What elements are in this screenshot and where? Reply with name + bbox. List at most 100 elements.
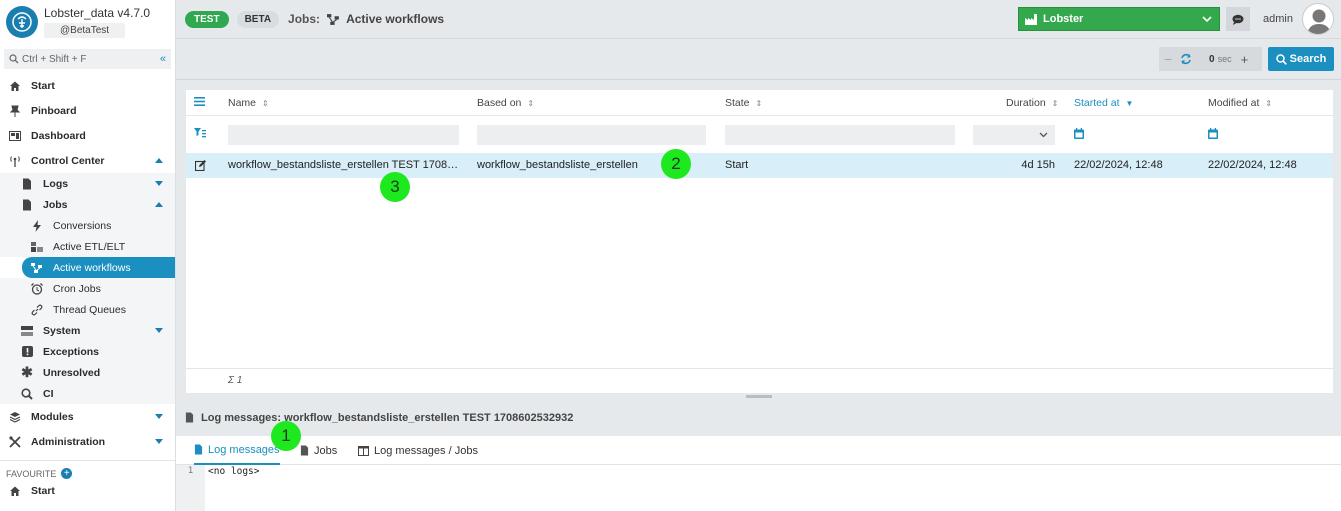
decrease-refresh-button[interactable]: − [1159,52,1177,67]
sidebar-item-label: Cron Jobs [53,282,101,295]
sidebar-item-administration[interactable]: Administration [0,429,175,454]
exclamation-icon [20,345,34,359]
cell-based-on: workflow_bestandsliste_erstellen [477,159,638,171]
sidebar-item-pinboard[interactable]: Pinboard [0,98,175,123]
sidebar-item-active-etl[interactable]: Active ETL/ELT [0,236,175,257]
user-name[interactable]: admin [1263,13,1293,25]
link-icon [30,303,44,317]
add-favourite-icon[interactable]: + [61,468,73,479]
top-bar: TEST BETA Jobs: Active workflows Lobster… [176,0,1341,39]
sidebar-item-conversions[interactable]: Conversions [0,215,175,236]
sidebar-item-thread-queues[interactable]: Thread Queues [0,299,175,320]
app-name: Lobster_data v4.7.0 [44,6,151,20]
sidebar-item-control-center[interactable]: Control Center [0,148,175,173]
search-button[interactable]: Search [1268,47,1334,71]
caret-up-icon [155,201,163,207]
sidebar-item-logs[interactable]: Logs [0,173,175,194]
breadcrumb-jobs[interactable]: Jobs: [288,12,320,26]
sidebar-item-jobs[interactable]: Jobs [0,194,175,215]
sidebar-item-exceptions[interactable]: Exceptions [0,341,175,362]
bolt-icon [30,219,44,233]
column-header-duration[interactable]: Duration ⇕ [1006,97,1058,109]
log-tabs: Log messages Jobs Log messages / Jobs [176,436,1341,465]
column-label: Modified at [1208,97,1260,109]
sidebar-item-unresolved[interactable]: ✱ Unresolved [0,362,175,383]
sidebar-search-input[interactable]: Ctrl + Shift + F « [4,49,171,69]
refresh-interval-unit: sec [1217,54,1232,64]
table-row[interactable]: workflow_bestandsliste_erstellen TEST 17… [186,153,1333,178]
filter-duration-select[interactable] [973,125,1055,145]
filter-row [186,116,1333,152]
sort-icon: ⇕ [262,98,269,108]
tab-jobs[interactable]: Jobs [300,436,337,465]
cell-duration: 4d 15h [1021,159,1055,171]
sidebar-item-label: Exceptions [43,345,100,358]
home-icon [8,79,22,93]
log-panel-title: Log messages: workflow_bestandsliste_ers… [176,400,1341,435]
favourite-item-start[interactable]: Start [0,480,175,502]
home-icon [8,484,22,498]
sidebar-item-system[interactable]: System [0,320,175,341]
sidebar-item-active-workflows[interactable]: Active workflows [22,257,175,278]
column-label: State [725,97,750,109]
edit-icon[interactable] [194,160,206,174]
log-editor[interactable]: 1 <no logs> [176,465,1341,511]
asterisk-icon: ✱ [21,364,33,380]
caret-down-icon [155,327,163,333]
filter-based-on-input[interactable] [477,125,706,145]
panel-resize-handle[interactable] [746,395,772,398]
refresh-icon[interactable] [1177,53,1195,65]
column-label: Duration [1006,97,1046,109]
cell-state: Start [725,159,749,171]
workflows-table: Name ⇕ Based on ⇕ State ⇕ Duration ⇕ Started… [186,90,1333,393]
magnifier-icon [20,387,34,401]
tab-log-messages[interactable]: Log messages [194,436,280,465]
filter-icon[interactable] [194,128,206,141]
sidebar-item-label: Dashboard [31,129,86,142]
favourite-label: FAVOURITE [6,468,57,479]
sidebar-item-modules[interactable]: Modules [0,404,175,429]
sidebar-item-start[interactable]: Start [0,73,175,98]
filter-name-input[interactable] [228,125,459,145]
sidebar-item-ci[interactable]: CI [0,383,175,404]
column-menu-icon[interactable] [194,97,205,106]
calendar-icon[interactable] [1074,128,1084,142]
file-icon [20,198,34,212]
etl-icon [30,240,44,254]
sidebar-item-label: Thread Queues [53,303,126,316]
sidebar-item-label: Control Center [31,154,105,167]
sort-icon: ⇕ [755,98,763,108]
caret-up-icon [155,157,163,163]
test-badge: TEST [185,10,229,28]
favourite-item-label: Start [31,485,55,497]
tab-log-messages-jobs[interactable]: Log messages / Jobs [358,436,478,465]
sidebar-item-cron-jobs[interactable]: Cron Jobs [0,278,175,299]
calendar-icon[interactable] [1208,128,1218,142]
column-header-started-at[interactable]: Started at ▼ [1074,97,1133,109]
chat-button[interactable] [1226,7,1250,31]
cell-name[interactable]: workflow_bestandsliste_erstellen TEST 17… [228,159,458,171]
increase-refresh-button[interactable]: + [1241,52,1249,67]
avatar[interactable] [1302,3,1334,35]
server-icon [20,324,34,338]
lobster-logo-icon[interactable] [6,6,38,38]
tab-label: Jobs [314,444,338,457]
sidebar-item-dashboard[interactable]: Dashboard [0,123,175,148]
column-header-modified-at[interactable]: Modified at ⇕ [1208,97,1272,109]
sidebar-item-label: Active workflows [53,261,131,274]
favourite-header: FAVOURITE + [0,460,175,480]
search-icon [9,54,19,64]
column-header-based-on[interactable]: Based on ⇕ [477,97,534,109]
column-header-state[interactable]: State ⇕ [725,97,762,109]
sidebar-item-label: System [43,324,81,337]
user-tag: @BetaTest [44,23,126,38]
environment-select[interactable]: Lobster [1018,7,1220,31]
factory-icon [1025,13,1037,25]
column-header-name[interactable]: Name ⇕ [228,97,269,109]
column-label: Started at [1074,97,1120,109]
sort-icon: ⇕ [527,98,535,108]
collapse-sidebar-icon[interactable]: « [160,53,166,65]
refresh-interval-value: 0 [1209,53,1215,65]
caret-down-icon [155,413,163,419]
filter-state-input[interactable] [725,125,955,145]
